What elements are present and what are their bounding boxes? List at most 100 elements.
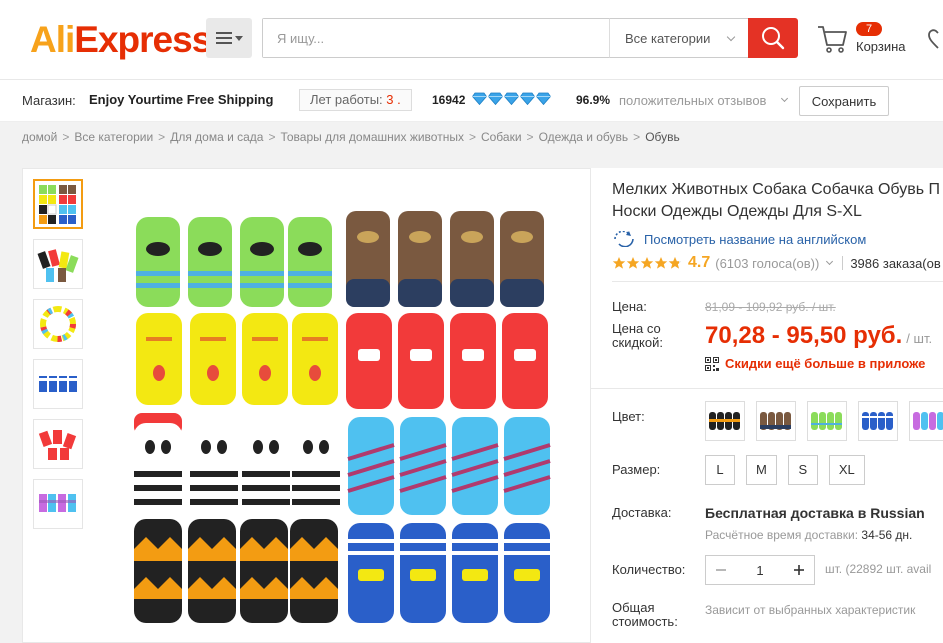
wishlist-heart-icon[interactable] xyxy=(928,28,943,50)
thumbnail-image xyxy=(39,376,77,392)
search-button[interactable] xyxy=(748,18,798,58)
breadcrumb-link[interactable]: Для дома и сада xyxy=(170,130,263,144)
breadcrumb-separator: > xyxy=(526,130,534,144)
quantity-increase-button[interactable] xyxy=(784,556,814,584)
breadcrumb-link[interactable]: Одежда и обувь xyxy=(539,130,629,144)
breadcrumb-separator: > xyxy=(468,130,476,144)
availability-text: шт. (22892 шт. avail xyxy=(825,562,932,576)
diamond-icon xyxy=(536,92,551,105)
thumbnail-6[interactable] xyxy=(33,479,83,529)
hamburger-icon xyxy=(215,32,232,44)
color-swatch-black-orange[interactable] xyxy=(705,401,745,441)
size-option-s[interactable]: S xyxy=(787,455,818,485)
app-discount-link[interactable]: Скидки ещё больше в приложе xyxy=(705,356,925,371)
thumbnail-image xyxy=(39,185,76,224)
shipping-time-value: 34-56 дн. xyxy=(861,528,913,542)
thumbnail-image xyxy=(37,249,79,282)
diamond-icon xyxy=(504,92,519,105)
search-box xyxy=(262,18,610,58)
shipping-time-label: Расчётное время доставки: xyxy=(705,528,859,542)
size-label: Размер: xyxy=(612,462,661,477)
breadcrumb-link[interactable]: Товары для домашних животных xyxy=(280,130,463,144)
category-select-value: Все категории xyxy=(625,30,711,46)
color-swatch-blue[interactable] xyxy=(858,401,898,441)
sock-row-yellow-red xyxy=(136,313,548,409)
site-header: AliExpress® Все категории 7 Корзина xyxy=(0,0,943,80)
diamond-icon xyxy=(488,92,503,105)
chevron-down-icon xyxy=(826,257,834,266)
swatch-image xyxy=(760,412,791,430)
thumbnail-4[interactable] xyxy=(33,359,83,409)
discount-price-label: Цена со скидкой: xyxy=(612,321,663,350)
aliexpress-logo[interactable]: AliExpress® xyxy=(30,19,220,61)
cart-count-badge: 7 xyxy=(856,22,882,36)
product-gallery xyxy=(22,168,591,643)
categories-menu-button[interactable] xyxy=(206,18,252,58)
positive-feedback-percent: 96.9% xyxy=(576,93,611,107)
price-label: Цена: xyxy=(612,299,647,314)
cart-icon xyxy=(818,26,847,53)
translate-title-link[interactable]: Посмотреть название на английском xyxy=(612,231,866,247)
quantity-decrease-button[interactable] xyxy=(706,556,736,584)
color-swatch-brown[interactable] xyxy=(756,401,796,441)
product-main-image[interactable] xyxy=(118,209,568,629)
product-title: Мелких Животных Собака Собачка Обувь П Н… xyxy=(612,179,943,223)
color-label: Цвет: xyxy=(612,409,645,424)
shipping-label: Доставка: xyxy=(612,505,672,520)
cart-label: Корзина xyxy=(856,39,906,54)
store-years-badge: Лет работы: 3 . xyxy=(299,89,412,111)
save-store-button[interactable]: Сохранить xyxy=(799,86,889,116)
qr-code-icon xyxy=(705,356,719,371)
size-option-m[interactable]: M xyxy=(746,455,777,485)
quantity-input[interactable]: 1 xyxy=(736,563,784,578)
store-label: Магазин: xyxy=(22,93,76,108)
translate-link-text: Посмотреть название на английском xyxy=(644,231,867,247)
thumbnail-3[interactable] xyxy=(33,299,83,349)
thumbnail-1[interactable] xyxy=(33,179,83,229)
thumbnail-list xyxy=(33,179,83,539)
years-label: Лет работы: xyxy=(310,92,383,107)
plus-icon xyxy=(794,565,804,575)
total-price-label: Общая стоимость: xyxy=(612,600,678,629)
shipping-main-text: Бесплатная доставка в xyxy=(705,505,867,521)
divider xyxy=(612,281,943,282)
size-option-xl[interactable]: XL xyxy=(828,455,865,485)
thumbnail-5[interactable] xyxy=(33,419,83,469)
shipping-info: Бесплатная доставка в Russian xyxy=(705,505,925,521)
category-select[interactable]: Все категории xyxy=(609,18,749,58)
rating-stars xyxy=(612,256,684,270)
positive-feedback-label[interactable]: положительных отзывов xyxy=(619,93,766,108)
breadcrumb-current: Обувь xyxy=(645,130,680,144)
breadcrumb-link[interactable]: домой xyxy=(22,130,57,144)
shipping-destination-link[interactable]: Russian xyxy=(870,505,924,521)
breadcrumb-separator: > xyxy=(633,130,641,144)
size-option-l[interactable]: L xyxy=(705,455,735,485)
color-swatch-purple-blue[interactable] xyxy=(909,401,943,441)
breadcrumb-separator: > xyxy=(158,130,166,144)
votes-link[interactable]: (6103 голоса(ов)) xyxy=(715,256,819,271)
logo-express-text: Express xyxy=(74,19,212,60)
chevron-down-icon xyxy=(780,94,789,103)
divider xyxy=(842,256,844,270)
divider xyxy=(591,388,943,389)
cart-link[interactable]: 7 Корзина xyxy=(817,22,917,62)
breadcrumb-link[interactable]: Все категории xyxy=(74,130,153,144)
search-input[interactable] xyxy=(263,19,610,57)
translate-icon xyxy=(614,231,634,247)
size-options: L M S XL xyxy=(705,455,865,485)
breadcrumb-separator: > xyxy=(268,130,276,144)
product-title-line-1: Мелких Животных Собака Собачка Обувь П xyxy=(612,181,940,198)
breadcrumb-link[interactable]: Собаки xyxy=(481,130,522,144)
thumbnail-image xyxy=(39,494,76,512)
shipping-time: Расчётное время доставки: 34-56 дн. xyxy=(705,528,912,542)
years-value: 3 xyxy=(386,92,394,107)
search-icon xyxy=(762,27,785,50)
discount-price: 70,28 - 95,50 руб. / шт. xyxy=(705,322,932,350)
store-name-link[interactable]: Enjoy Yourtime Free Shipping xyxy=(89,92,273,107)
swatch-image xyxy=(862,412,893,430)
diamond-icon xyxy=(472,92,487,105)
quantity-stepper: 1 xyxy=(705,555,815,585)
color-swatch-green[interactable] xyxy=(807,401,847,441)
thumbnail-2[interactable] xyxy=(33,239,83,289)
logo-ali-text: Ali xyxy=(30,19,75,60)
